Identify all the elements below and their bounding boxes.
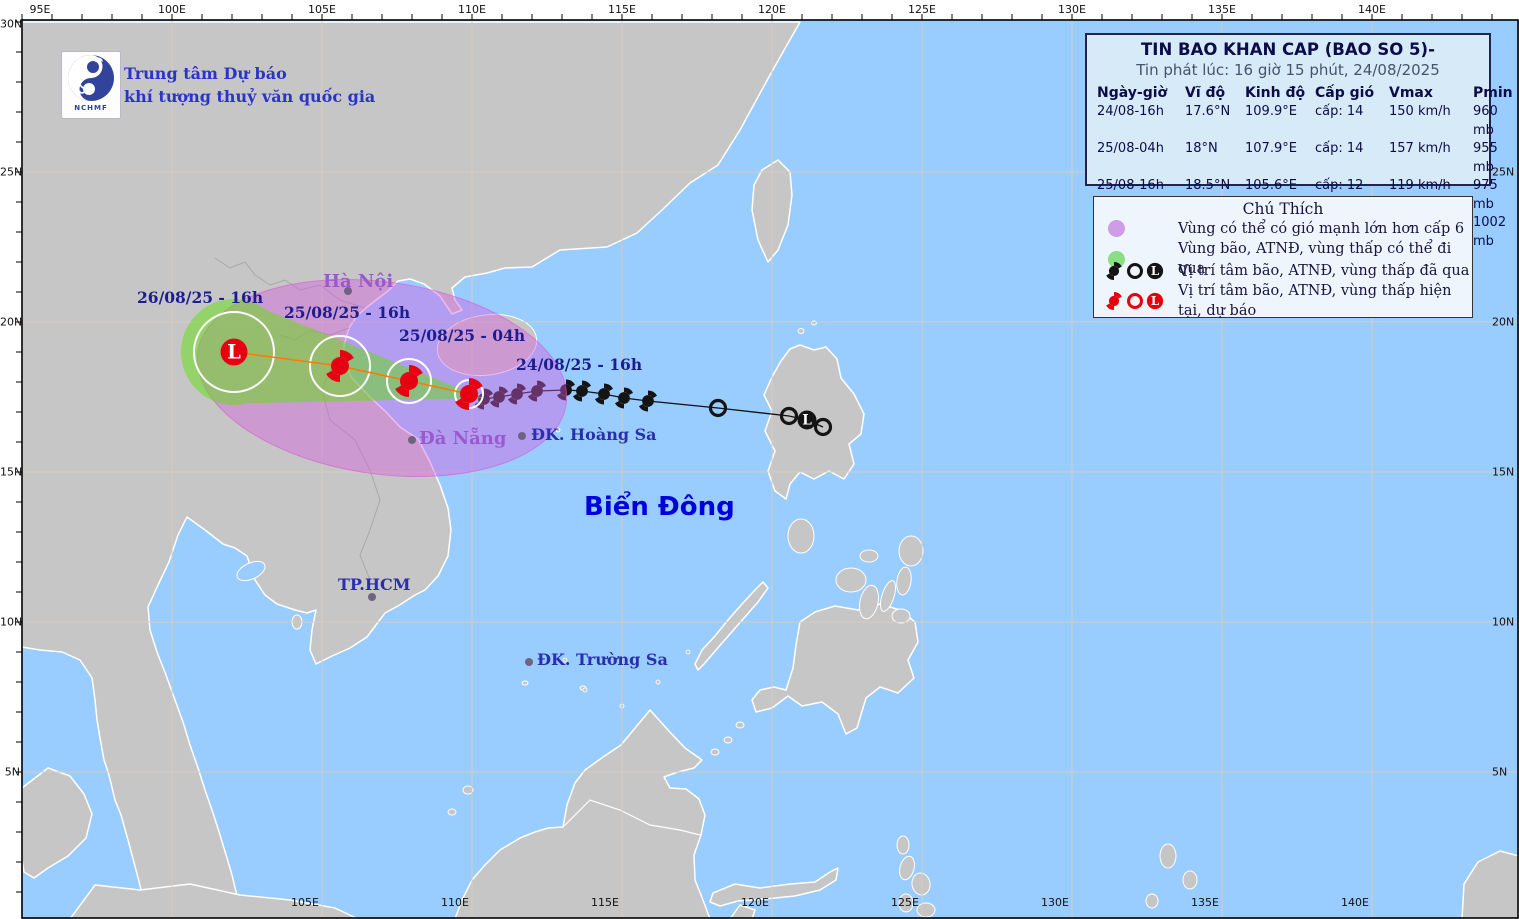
bulletin-cell: 107.9°E <box>1245 141 1297 156</box>
axis-label-top: 115E <box>608 3 636 16</box>
nchmf-logo-text: NCHMF <box>74 104 108 112</box>
city-label: Đà Nẵng <box>419 428 507 449</box>
axis-label-bottom: 105E <box>291 896 319 909</box>
axis-label-top: 140E <box>1358 3 1386 16</box>
legend-item: Vị trí tâm bão, ATNĐ, vùng thấp hiện tại… <box>1094 281 1472 319</box>
axis-label-bottom: 140E <box>1341 896 1369 909</box>
axis-label-top: 100E <box>158 3 186 16</box>
bulletin-issued-time: Tin phát lúc: 16 giờ 15 phút, 24/08/2025 <box>1136 61 1440 79</box>
legend-panel: Chú Thích Vùng có thể có gió mạnh lớn hơ… <box>1093 196 1473 319</box>
city-label: Hà Nội <box>323 271 394 292</box>
bulletin-cell: 109.9°E <box>1245 104 1297 119</box>
axis-label-right: 10N <box>1492 615 1515 629</box>
axis-label-left: 15N <box>0 465 23 479</box>
bulletin-cell: 960 mb <box>1473 104 1498 138</box>
legend-item-label: Vị trí tâm bão, ATNĐ, vùng thấp đã qua <box>1178 262 1470 279</box>
city-label: TP.HCM <box>338 575 411 594</box>
legend-title: Chú Thích <box>1242 200 1324 218</box>
axis-label-bottom: 125E <box>891 896 919 909</box>
agency-name: Trung tâm Dự báo khí tượng thuỷ văn quốc… <box>124 62 375 108</box>
axis-label-top: 105E <box>308 3 336 16</box>
nchmf-logo-icon <box>68 55 114 101</box>
bulletin-cell: 24/08-16h <box>1097 104 1164 119</box>
agency-name-line2: khí tượng thuỷ văn quốc gia <box>124 87 376 106</box>
bulletin-cell: 150 km/h <box>1389 104 1451 119</box>
current-markers-icon <box>1094 291 1178 311</box>
bulletin-panel: TIN BAO KHAN CAP (BAO SO 5)- Tin phát lú… <box>1085 33 1513 249</box>
axis-label-right: 5N <box>1492 765 1508 779</box>
city-label: ĐK. Trường Sa <box>537 650 668 669</box>
bulletin-cell: cấp: 14 <box>1315 141 1364 156</box>
axis-label-top: 95E <box>29 3 51 16</box>
axis-label-top: 135E <box>1208 3 1236 16</box>
bulletin-header-cell: Ngày-giờ <box>1097 85 1168 101</box>
bulletin-cell: 1002 mb <box>1473 215 1507 249</box>
agency-name-line1: Trung tâm Dự báo <box>124 64 287 83</box>
axis-label-top: 110E <box>458 3 486 16</box>
axis-label-bottom: 110E <box>441 896 469 909</box>
legend-item: Vùng bão, ATNĐ, vùng thấp có thể đi qua <box>1094 239 1472 277</box>
nchmf-logo: NCHMF <box>61 51 121 119</box>
axis-label-right: 20N <box>1492 315 1515 329</box>
bulletin-data-row: 25/08-04h 18°N 107.9°E cấp: 14 157 km/h 955 m… <box>1097 140 1498 177</box>
bulletin-cell: 25/08-04h <box>1097 141 1164 156</box>
axis-label-left: 10N <box>0 615 23 629</box>
city-label: ĐK. Hoàng Sa <box>531 425 657 444</box>
legend-marker-icons <box>1106 261 1164 280</box>
bulletin-header-cell: Vmax <box>1389 85 1433 101</box>
track-time-label: 25/08/25 - 16h <box>284 303 411 322</box>
bulletin-cell: 975 mb <box>1473 178 1498 212</box>
bulletin-header-cell: Kinh độ <box>1245 85 1306 101</box>
bulletin-cell: 17.6°N <box>1185 104 1231 119</box>
axis-label-top: 120E <box>758 3 786 16</box>
axis-label-left: 20N <box>0 315 23 329</box>
track-time-label: 24/08/25 - 16h <box>516 355 643 374</box>
legend-marker-icons <box>1106 291 1164 311</box>
track-time-label: 26/08/25 - 16h <box>137 288 264 307</box>
storm-bulletin-map: L NCHMF Trung tâm Dự báo khí tượng thuỷ … <box>0 0 1519 919</box>
axis-label-top: 125E <box>908 3 936 16</box>
bulletin-cell: 157 km/h <box>1389 141 1451 156</box>
past-markers-icon <box>1094 261 1178 281</box>
wind-area-dot-icon <box>1094 220 1178 237</box>
axis-label-bottom: 120E <box>741 896 769 909</box>
bulletin-header-cell: Vĩ độ <box>1185 85 1226 101</box>
axis-label-left: 5N <box>4 765 20 779</box>
bulletin-header-cell: Pmin <box>1473 85 1513 101</box>
legend-item-label: Vị trí tâm bão, ATNĐ, vùng thấp hiện tại… <box>1178 283 1452 319</box>
bulletin-header-cell: Cấp gió <box>1315 85 1375 101</box>
axis-label-left: 25N <box>0 165 23 179</box>
legend-item: Vùng có thể có gió mạnh lớn hơn cấp 6 <box>1094 218 1472 239</box>
legend-items: Vùng có thể có gió mạnh lớn hơn cấp 6 Vùn… <box>1094 218 1472 319</box>
axis-label-bottom: 130E <box>1041 896 1069 909</box>
bulletin-cell: cấp: 14 <box>1315 104 1364 119</box>
axis-label-bottom: 115E <box>591 896 619 909</box>
legend-item-label: Vùng có thể có gió mạnh lớn hơn cấp 6 <box>1178 220 1465 237</box>
axis-label-bottom: 135E <box>1191 896 1219 909</box>
bulletin-header-row: Ngày-giờ Vĩ độ Kinh độ Cấp gió Vmax Pmin <box>1097 83 1513 103</box>
sea-name-label: Biển Đông <box>584 492 735 522</box>
bulletin-title: TIN BAO KHAN CAP (BAO SO 5)- <box>1141 40 1435 59</box>
axis-label-left: 30N <box>0 17 23 31</box>
axis-label-top: 130E <box>1058 3 1086 16</box>
bulletin-data-row: 24/08-16h 17.6°N 109.9°E cấp: 14 150 km/h 960… <box>1097 103 1498 140</box>
axis-label-right: 25N <box>1492 165 1515 179</box>
axis-label-right: 15N <box>1492 465 1515 479</box>
bulletin-cell: 18°N <box>1185 141 1218 156</box>
track-time-label: 25/08/25 - 04h <box>399 326 526 345</box>
legend-item: Vị trí tâm bão, ATNĐ, vùng thấp đã qua <box>1094 260 1472 281</box>
